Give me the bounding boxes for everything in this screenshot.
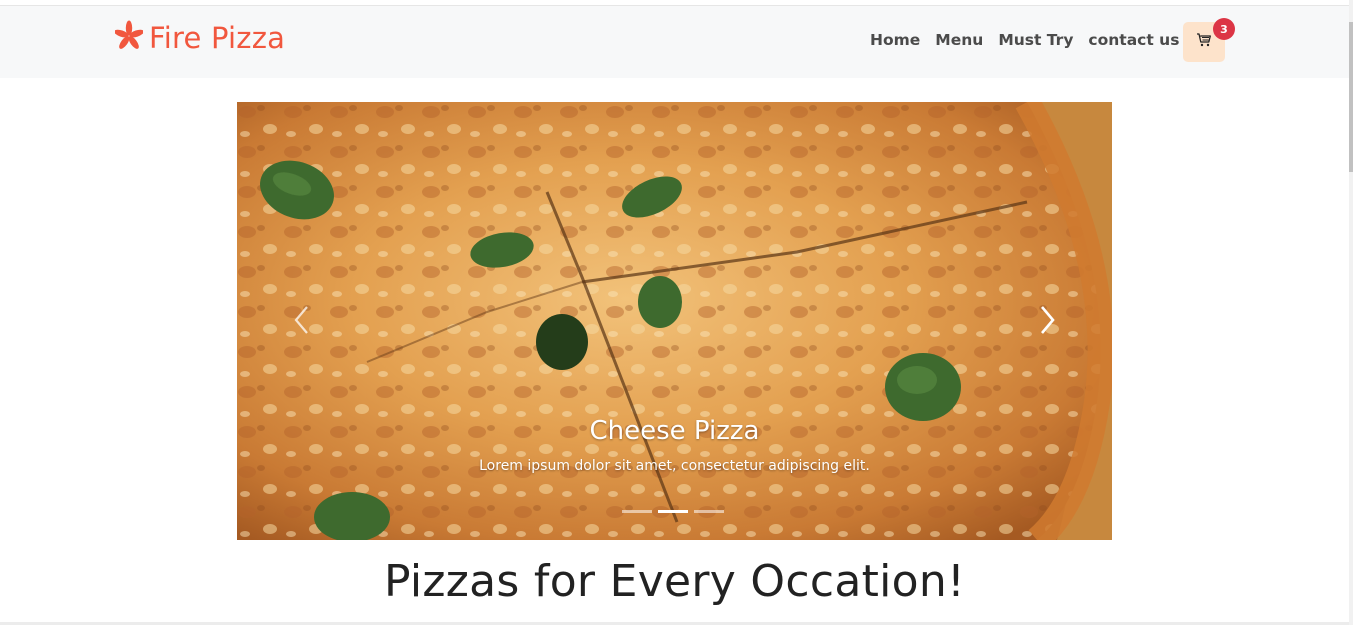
carousel-caption: Cheese Pizza Lorem ipsum dolor sit amet,… (237, 416, 1112, 474)
cart-count-badge: 3 (1213, 18, 1235, 40)
nav-link-home[interactable]: Home (870, 31, 920, 49)
pizza-slide-image (237, 102, 1112, 540)
section-heading: Pizzas for Every Occation! (383, 556, 966, 607)
flame-asterisk-icon (114, 20, 144, 56)
nav-link-contact-us[interactable]: contact us (1088, 31, 1179, 49)
navbar: Fire Pizza Home Menu Must Try contact us… (0, 6, 1349, 78)
scrollbar-thumb[interactable] (1349, 22, 1353, 172)
nav-links: Home Menu Must Try contact us (870, 31, 1194, 49)
carousel-indicators (622, 510, 724, 513)
brand-link[interactable]: Fire Pizza (114, 20, 286, 56)
cart-icon (1196, 32, 1212, 52)
nav-link-must-try[interactable]: Must Try (998, 31, 1073, 49)
chevron-left-icon (290, 306, 316, 346)
carousel-prev-button[interactable] (290, 298, 316, 342)
hero-carousel (237, 102, 1112, 540)
slide-title: Cheese Pizza (589, 416, 760, 446)
carousel-indicator-1[interactable] (622, 510, 652, 513)
carousel-next-button[interactable] (1033, 298, 1059, 342)
slide-text: Lorem ipsum dolor sit amet, consectetur … (479, 458, 870, 474)
brand-name: Fire Pizza (149, 21, 286, 55)
nav-link-menu[interactable]: Menu (935, 31, 983, 49)
carousel-indicator-2[interactable] (658, 510, 688, 513)
chevron-right-icon (1033, 306, 1059, 346)
carousel-indicator-3[interactable] (694, 510, 724, 513)
